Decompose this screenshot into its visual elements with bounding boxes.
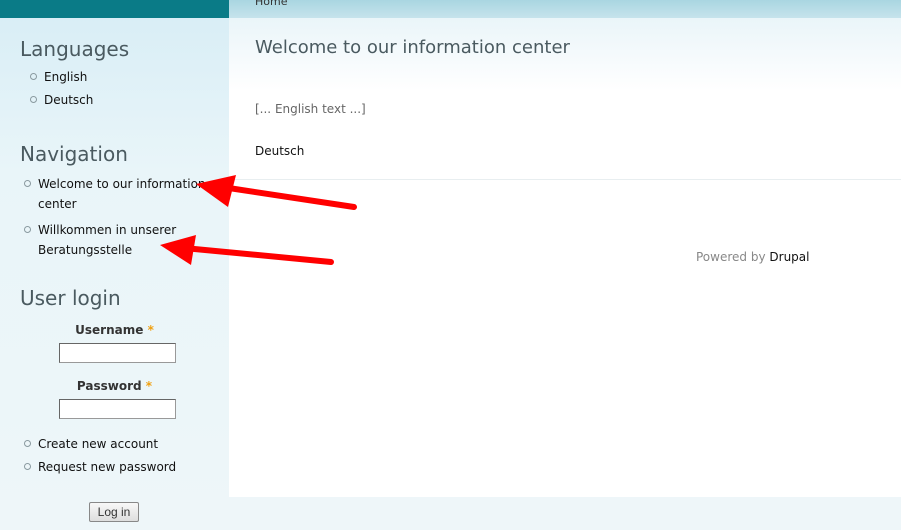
language-link-deutsch[interactable]: Deutsch [44,90,93,110]
bullet-icon [24,226,31,233]
nav-link-willkommen[interactable]: Willkommen in unserer Beratungsstelle [38,220,176,260]
user-login-title: User login [20,286,121,310]
breadcrumb-home-link[interactable]: Home [255,0,287,8]
languages-title: Languages [20,37,130,61]
translation-link-deutsch[interactable]: Deutsch [255,144,304,158]
language-link-english[interactable]: English [44,67,87,87]
nav-link-willkommen-line2: Beratungsstelle [38,243,133,257]
create-account-link[interactable]: Create new account [38,434,158,454]
nav-link-welcome-line1: Welcome to our information [38,177,206,191]
footer: Powered by Drupal [696,250,809,264]
navigation-title: Navigation [20,142,128,166]
password-label-text: Password [76,379,142,393]
username-label-text: Username [75,323,144,337]
bullet-icon [30,96,37,103]
password-input[interactable] [59,399,176,419]
header-bar-left [0,0,229,18]
password-label: Password * [0,379,229,393]
bullet-icon [24,463,31,470]
powered-by-text: Powered by [696,250,766,264]
request-password-link[interactable]: Request new password [38,457,176,477]
required-mark: * [147,323,154,337]
bullet-icon [30,73,37,80]
page-title: Welcome to our information center [255,37,570,58]
nav-link-willkommen-line1: Willkommen in unserer [38,223,177,237]
login-button[interactable]: Log in [89,502,139,522]
nav-link-welcome[interactable]: Welcome to our information center [38,174,206,214]
page-body-text: [... English text ...] [255,102,366,116]
required-mark: * [145,379,153,393]
bullet-icon [24,180,31,187]
nav-link-welcome-line2: center [38,197,77,211]
header-bar-right [229,0,901,18]
username-input[interactable] [59,343,176,363]
bullet-icon [24,440,31,447]
username-label: Username * [0,323,229,337]
drupal-link[interactable]: Drupal [769,250,809,264]
